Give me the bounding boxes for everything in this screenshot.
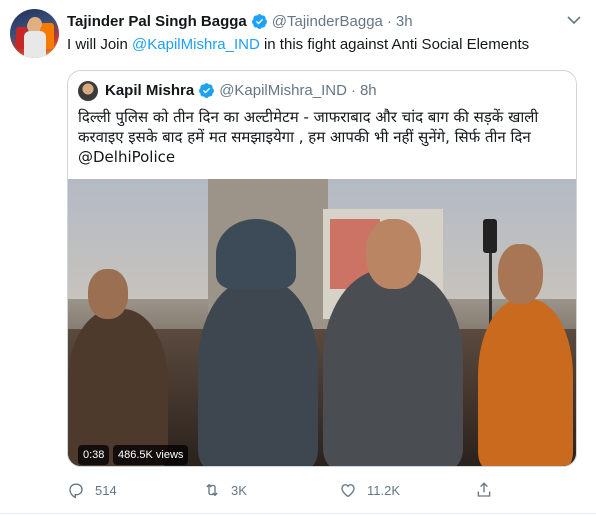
divider [0,513,596,514]
tweet-text-prefix: I will Join [67,36,133,53]
separator-dot: · [386,12,392,30]
retweet-button[interactable]: 3K [203,478,247,502]
share-icon [477,482,491,497]
quoted-tweet[interactable]: Kapil Mishra @KapilMishra_IND · 8h दिल्ल… [67,70,577,467]
speaker-person [323,269,463,466]
quoted-tweet-text: दिल्ली पुलिस को तीन दिन का अल्टीमेटम - ज… [78,107,568,167]
like-icon [341,484,355,498]
author-avatar[interactable] [10,9,59,58]
caret-down-icon[interactable] [566,14,582,26]
reply-button[interactable]: 514 [67,478,117,502]
share-button[interactable] [475,478,503,502]
person-left [68,309,168,466]
quoted-author-handle[interactable]: @KapilMishra_IND [219,82,347,99]
verified-badge-icon [199,83,215,98]
retweet-icon [206,483,218,497]
quoted-text-line-2: करवाइए इसके बाद हमें मत समझाइयेगा , हम आ… [78,128,531,146]
tweet[interactable]: Tajinder Pal Singh Bagga @TajinderBagga … [0,0,596,516]
separator-dot: · [350,82,356,99]
police-officer [198,279,318,466]
tweet-header: Tajinder Pal Singh Bagga @TajinderBagga … [67,11,413,31]
mention-link[interactable]: @KapilMishra_IND [132,36,260,53]
quoted-author-name[interactable]: Kapil Mishra [105,82,194,99]
author-handle[interactable]: @TajinderBagga [272,13,383,30]
video-player[interactable]: 0:38 486.5K views [68,179,576,466]
traffic-signal [483,219,497,253]
reply-icon [69,483,83,499]
quoted-tweet-time[interactable]: 8h [360,82,377,99]
quoted-mention[interactable]: @DelhiPolice [78,147,568,167]
person-right-head [498,244,543,304]
verified-badge-icon [251,13,267,29]
police-helmet [216,219,296,289]
tweet-actions: 514 3K 11.2K [67,478,577,502]
like-button[interactable]: 11.2K [339,478,400,502]
quoted-header: Kapil Mishra @KapilMishra_IND · 8h [105,82,377,99]
author-name[interactable]: Tajinder Pal Singh Bagga [67,13,247,30]
retweet-count: 3K [231,482,247,498]
tweet-text-suffix: in this fight against Anti Social Elemen… [259,36,530,53]
like-count: 11.2K [367,482,401,498]
person-left-head [88,269,128,319]
video-duration: 0:38 [78,445,110,465]
quoted-author-avatar[interactable] [78,81,98,101]
quoted-text-line-1: दिल्ली पुलिस को तीन दिन का अल्टीमेटम - ज… [78,108,539,126]
reply-count: 514 [95,482,117,498]
video-views: 486.5K views [113,445,189,465]
tweet-time[interactable]: 3h [396,13,413,30]
person-right [478,299,573,466]
tweet-text: I will Join @KapilMishra_IND in this fig… [67,35,529,55]
speaker-head [366,219,421,289]
